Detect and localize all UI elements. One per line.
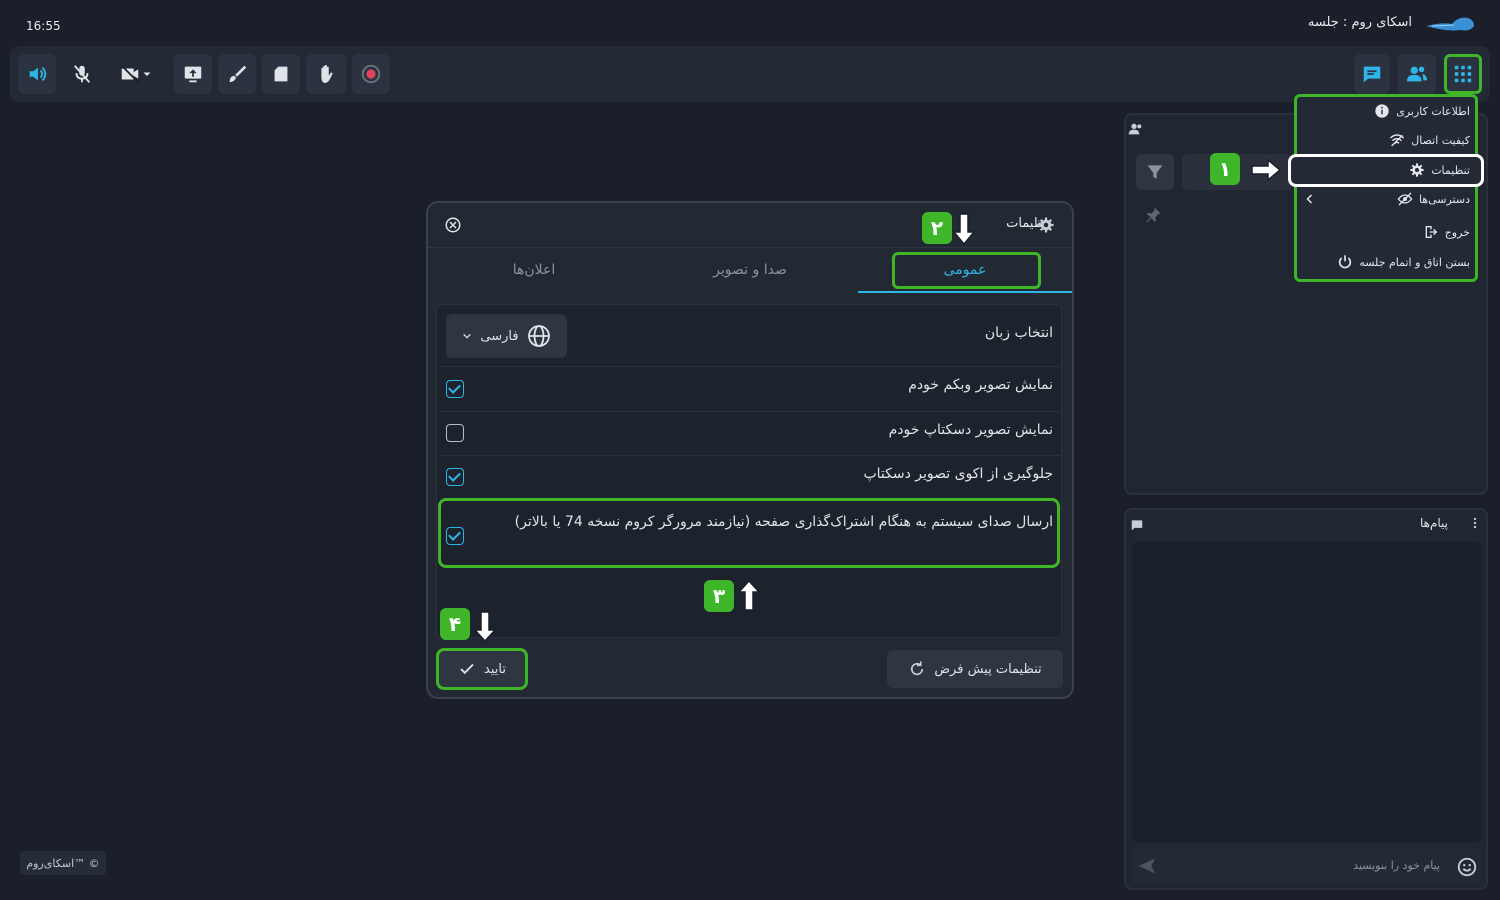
filter-icon [1147,165,1163,179]
eye-off-icon [1397,192,1413,206]
camera-off-icon [121,65,139,83]
reset-defaults-button[interactable]: تنظیمات پیش فرض [887,650,1063,688]
clock: 16:55 [26,19,61,33]
arrow-down-icon [952,213,976,246]
option-label: ارسال صدای سیستم به هنگام اشتراک‌گذاری ص… [514,514,1053,530]
message-placeholder: پیام خود را بنویسید [1353,859,1440,872]
option-label: نمایش تصویر وبکم خودم [908,377,1053,393]
row-divider [438,455,1060,456]
step-badge-4: ۴ [440,608,470,640]
users-icon [1128,123,1142,135]
option-checkbox-desktop[interactable] [446,424,464,442]
language-label: انتخاب زبان [984,325,1053,341]
dialog-divider [428,247,1072,248]
menu-item-close-room[interactable]: بستن اتاق و اتمام جلسه [1337,254,1470,270]
share-screen-button[interactable] [174,54,212,94]
option-label: جلوگیری از اکوی تصویر دسکتاپ [863,466,1053,482]
option-label: نمایش تصویر دسکتاپ خودم [888,422,1053,438]
option-checkbox-system-audio[interactable] [446,527,464,545]
reset-defaults-label: تنظیمات پیش فرض [934,661,1042,677]
menu-item-label: خروج [1444,225,1470,239]
camera-button[interactable] [108,54,164,94]
menu-item-connection-quality[interactable]: کیفیت اتصال [1389,132,1470,148]
apps-menu-button[interactable] [1444,54,1482,94]
record-button[interactable] [352,54,390,94]
menu-item-label: دسترسی‌ها [1418,192,1470,206]
globe-icon [527,325,550,347]
language-value: فارسی [480,328,519,344]
menu-item-label: تنظیمات [1431,163,1470,177]
chevron-down-icon [143,72,151,76]
arrow-down-icon [473,611,497,642]
menu-item-label: اطلاعات کاربری [1396,104,1470,118]
send-icon[interactable] [1136,856,1158,876]
step-badge-1: ۱ [1210,153,1240,185]
step-badge-3: ۳ [704,580,734,612]
raise-hand-button[interactable] [306,54,346,94]
logout-icon [1425,226,1437,238]
check-icon [460,663,474,675]
chat-icon [1131,520,1143,531]
menu-item-logout[interactable]: خروج [1423,224,1470,240]
row-divider [438,366,1060,367]
users-toggle-button[interactable] [1398,54,1436,94]
copyright-badge: اسکای‌روم™ © [20,851,106,875]
files-icon [274,66,288,82]
share-screen-icon [184,66,202,83]
filter-button[interactable] [1136,154,1174,190]
brush-icon [229,65,247,83]
refresh-icon [911,661,924,676]
language-select[interactable]: فارسی [446,314,567,358]
messages-title: پیام‌ها [1419,516,1448,530]
gear-icon [1410,163,1424,177]
chat-toggle-button[interactable] [1354,54,1390,94]
menu-item-label: کیفیت اتصال [1411,133,1470,147]
files-button[interactable] [262,54,300,94]
emoji-icon[interactable] [1456,856,1478,878]
speaker-icon [29,66,47,82]
power-icon [1339,255,1352,269]
info-icon [1375,104,1389,118]
chevron-left-icon [1306,194,1313,204]
option-checkbox-webcam[interactable] [446,380,464,398]
messages-list [1132,541,1482,843]
tab-notifications[interactable]: اعلان‌ها [434,262,634,278]
tab-audio-video[interactable]: صدا و تصویر [650,262,850,278]
confirm-label: تایید [484,661,506,677]
step-badge-2: ۲ [922,212,952,244]
skyroom-logo-icon [1426,17,1474,31]
more-vertical-icon[interactable] [1468,515,1482,531]
close-icon[interactable] [444,216,462,234]
menu-item-permissions[interactable]: دسترسی‌ها [1397,191,1470,207]
raise-hand-icon [321,64,333,84]
active-tab-indicator [858,291,1072,293]
mic-button[interactable] [64,54,100,94]
chat-icon [1363,66,1381,83]
wifi-icon [1390,134,1405,147]
tab-highlight [892,252,1041,289]
mic-off-icon [73,65,91,83]
chevron-down-icon [463,333,472,339]
app-title: اسکای روم : جلسه [1307,15,1412,30]
gear-icon [1038,217,1054,233]
apps-grid-icon [1454,65,1472,83]
arrow-right-icon [1251,158,1282,182]
users-icon [1406,66,1428,82]
speaker-button[interactable] [18,54,56,94]
pin-icon[interactable] [1144,206,1162,224]
menu-item-user-info[interactable]: اطلاعات کاربری [1374,103,1470,119]
confirm-button[interactable]: تایید [436,648,528,690]
row-divider [438,411,1060,412]
arrow-up-icon [737,580,761,611]
option-checkbox-echo[interactable] [446,468,464,486]
menu-item-label: بستن اتاق و اتمام جلسه [1359,255,1470,269]
menu-item-settings[interactable]: تنظیمات [1409,162,1470,178]
record-icon [361,64,381,84]
whiteboard-button[interactable] [218,54,256,94]
